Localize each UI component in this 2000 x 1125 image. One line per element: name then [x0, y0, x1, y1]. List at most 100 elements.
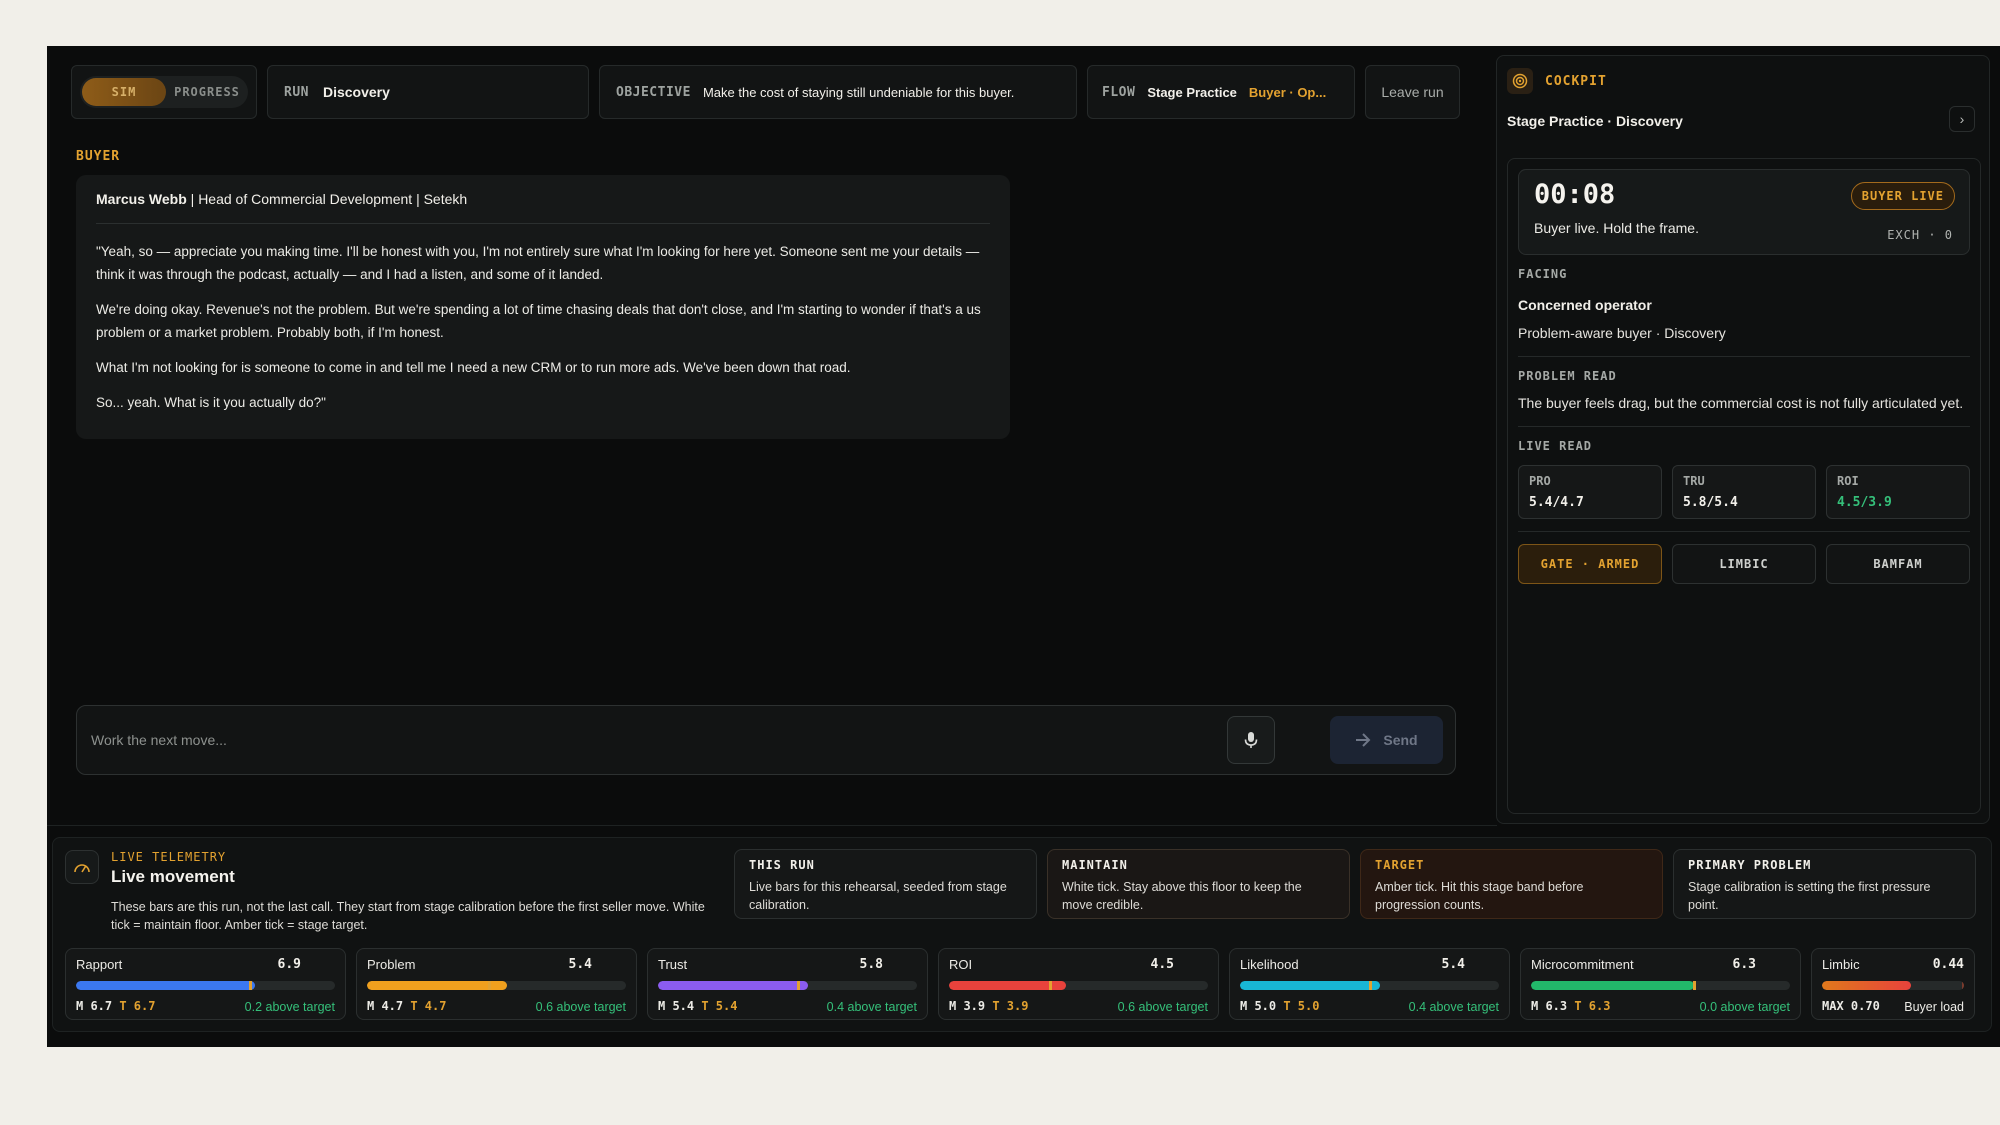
facing-title: Concerned operator — [1518, 297, 1652, 313]
message-input[interactable] — [77, 706, 1197, 774]
info-card-label: TARGET — [1375, 858, 1425, 872]
buyer-live-badge: BUYER LIVE — [1850, 182, 1955, 210]
metric-thresholds: M 4.7 T 4.7 — [367, 999, 446, 1013]
send-button[interactable]: Send — [1330, 716, 1443, 764]
metric-maintain: M 4.7 — [367, 999, 404, 1013]
metric-thresholds: M 6.3 T 6.3 — [1531, 999, 1610, 1013]
metric-score: 4.5 — [1150, 957, 1174, 972]
metric-name: Likelihood — [1240, 957, 1299, 972]
metric-maintain: MAX 0.70 — [1822, 999, 1880, 1013]
cockpit-title: COCKPIT — [1545, 73, 1607, 89]
metric-score: 0.44 — [1932, 957, 1964, 972]
metric-note: 0.0 above target — [1699, 1000, 1790, 1014]
send-label: Send — [1383, 732, 1418, 748]
live-read-label: LIVE READ — [1518, 439, 1593, 453]
buyer-paragraph: "Yeah, so — appreciate you making time. … — [96, 244, 980, 282]
facing-label: FACING — [1518, 267, 1568, 281]
metric-maintain: M 6.3 — [1531, 999, 1568, 1013]
metric-bar-fill — [367, 981, 507, 990]
sim-toggle-option[interactable]: SIM — [82, 78, 166, 106]
live-read-tile-roi: ROI 4.5/3.9 — [1826, 465, 1970, 519]
buyer-paragraph: We're doing okay. Revenue's not the prob… — [96, 302, 981, 340]
buyer-paragraph: What I'm not looking for is someone to c… — [96, 360, 851, 375]
problem-read-block: PROBLEM READ The buyer feels drag, but t… — [1518, 357, 1970, 427]
run-indicator: RUN Discovery — [267, 65, 589, 119]
run-value: Discovery — [322, 84, 390, 100]
metric-note: Buyer load — [1904, 1000, 1964, 1014]
metric-thresholds: M 5.4 T 5.4 — [658, 999, 737, 1013]
metric-card-roi: ROI 4.5 M 3.9 T 3.9 0.6 above target — [938, 948, 1219, 1020]
mode-toggle[interactable]: SIM PROGRESS — [71, 65, 257, 119]
metric-score: 5.8 — [859, 957, 883, 972]
facing-desc: Problem-aware buyer · Discovery — [1518, 325, 1726, 341]
metric-note: 0.4 above target — [826, 1000, 917, 1014]
flow-indicator[interactable]: FLOW Stage Practice Buyer · Op... — [1087, 65, 1355, 119]
metric-bar — [658, 981, 917, 990]
telemetry-desc: These bars are this run, not the last ca… — [111, 900, 705, 932]
metric-bar-fill — [1822, 981, 1912, 990]
metric-name: Microcommitment — [1531, 957, 1634, 972]
metric-target-tick — [1049, 981, 1052, 990]
cockpit-body: 00:08 Buyer live. Hold the frame. BUYER … — [1507, 158, 1981, 814]
microphone-button[interactable] — [1227, 716, 1275, 764]
buyer-name: Marcus Webb — [96, 191, 187, 207]
metric-maintain: M 5.4 — [658, 999, 695, 1013]
telemetry-title: Live movement — [111, 867, 235, 886]
metric-name: Limbic — [1822, 957, 1860, 972]
metric-note: 0.4 above target — [1408, 1000, 1499, 1014]
metric-target: T 5.4 — [701, 999, 738, 1013]
buyer-section-label: BUYER — [76, 149, 121, 164]
metric-maintain: M 6.7 — [76, 999, 113, 1013]
chevron-right-icon[interactable]: › — [1949, 106, 1975, 132]
metric-target: T 5.0 — [1283, 999, 1320, 1013]
tile-value: 5.8/5.4 — [1683, 495, 1738, 510]
metric-name: Rapport — [76, 957, 123, 972]
metric-target: T 4.7 — [410, 999, 447, 1013]
metric-bar-fill — [1240, 981, 1380, 990]
metric-thresholds: M 5.0 T 5.0 — [1240, 999, 1319, 1013]
metric-bar — [949, 981, 1208, 990]
info-card-maintain: MAINTAIN White tick. Stay above this flo… — [1047, 849, 1350, 919]
metric-bar-fill — [1531, 981, 1695, 990]
limbic-button[interactable]: LIMBIC — [1672, 544, 1816, 584]
metric-target: T 6.7 — [119, 999, 156, 1013]
flow-value: Stage Practice — [1147, 84, 1237, 100]
buyer-paragraph: So... yeah. What is it you actually do?" — [96, 395, 326, 410]
metric-score: 6.3 — [1732, 957, 1756, 972]
metric-target-tick — [1961, 981, 1964, 990]
exchange-count: EXCH · 0 — [1887, 228, 1953, 242]
problem-read-desc: The buyer feels drag, but the commercial… — [1518, 395, 1964, 411]
bamfam-button[interactable]: BAMFAM — [1826, 544, 1970, 584]
run-label: RUN — [284, 84, 309, 100]
leave-run-button[interactable]: Leave run — [1365, 65, 1460, 119]
info-card-primary-problem: PRIMARY PROBLEM Stage calibration is set… — [1673, 849, 1976, 919]
facing-block: FACING Concerned operator Problem-aware … — [1518, 255, 1970, 357]
gate-armed-button[interactable]: GATE · ARMED — [1518, 544, 1662, 584]
metric-target: T 3.9 — [992, 999, 1029, 1013]
metric-thresholds: M 3.9 T 3.9 — [949, 999, 1028, 1013]
tile-value: 4.5/3.9 — [1837, 495, 1892, 510]
metric-maintain: M 3.9 — [949, 999, 986, 1013]
metric-card-rapport: Rapport 6.9 M 6.7 T 6.7 0.2 above target — [65, 948, 346, 1020]
metric-score: 6.9 — [277, 957, 301, 972]
tile-key: ROI — [1837, 474, 1859, 488]
telemetry-panel: LIVE TELEMETRY Live movement These bars … — [52, 837, 1992, 1032]
metric-target-tick — [1368, 981, 1372, 990]
cockpit-stage: Stage Practice · Discovery — [1507, 113, 1683, 129]
metric-name: ROI — [949, 957, 973, 972]
metric-name: Trust — [658, 957, 688, 972]
metric-target-tick — [796, 981, 800, 990]
progress-toggle-option[interactable]: PROGRESS — [166, 85, 248, 99]
info-card-this-run: THIS RUN Live bars for this rehearsal, s… — [734, 849, 1037, 919]
arrow-right-icon — [1356, 733, 1371, 747]
info-card-desc: Live bars for this rehearsal, seeded fro… — [749, 880, 1007, 912]
metric-target-tick — [248, 981, 252, 990]
metric-name: Problem — [367, 957, 416, 972]
metric-bar-fill — [76, 981, 255, 990]
metric-thresholds: MAX 0.70 — [1822, 999, 1880, 1013]
timer-value: 00:08 — [1534, 179, 1616, 210]
buyer-message-card: Marcus Webb | Head of Commercial Develop… — [76, 175, 1010, 439]
metric-card-limbic: Limbic 0.44 MAX 0.70 Buyer load — [1811, 948, 1975, 1020]
flow-sub: Buyer · Op... — [1248, 84, 1327, 100]
info-card-desc: White tick. Stay above this floor to kee… — [1062, 880, 1302, 912]
